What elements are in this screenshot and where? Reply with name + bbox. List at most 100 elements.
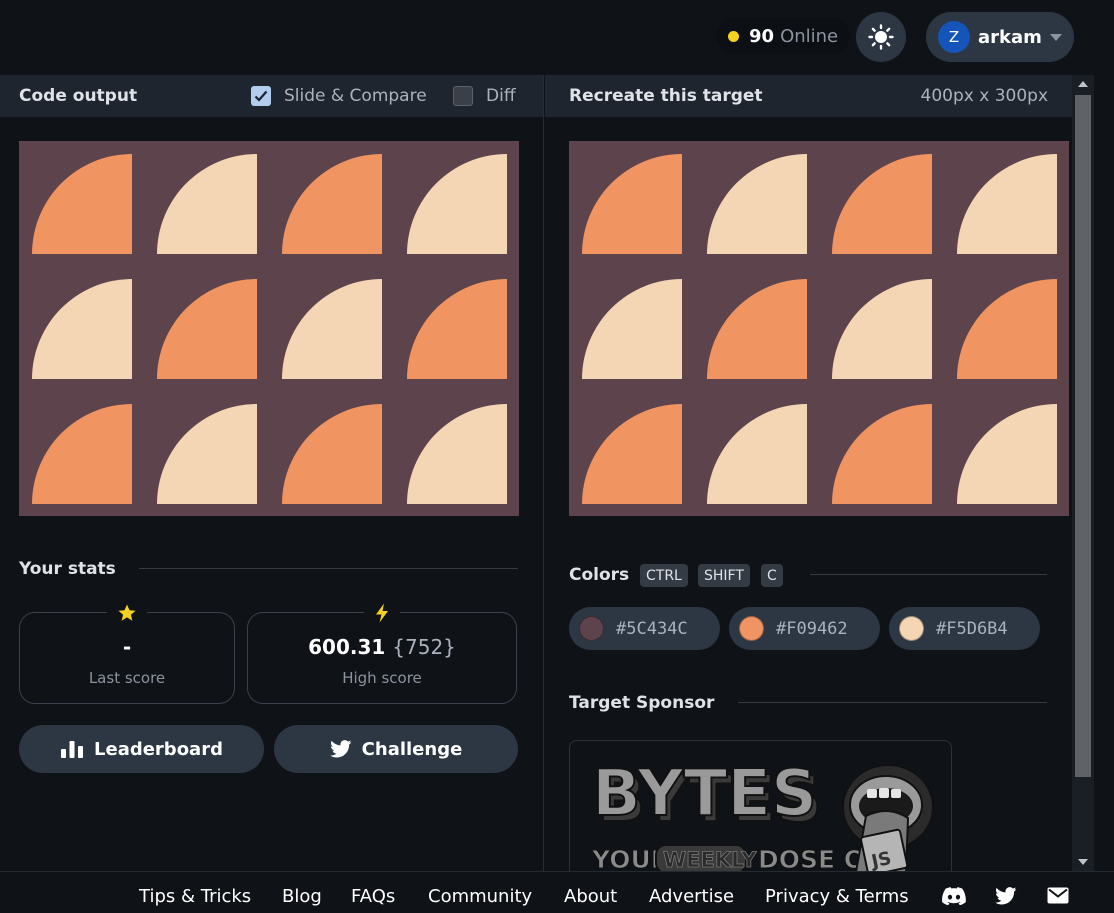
output-tile (32, 279, 132, 379)
code-output-title: Code output (19, 86, 138, 106)
online-count: 90 (749, 25, 775, 47)
challenge-button[interactable]: Challenge (274, 725, 518, 773)
top-bar: 90 Online Z arkam (0, 0, 1114, 74)
target-tile (582, 279, 682, 379)
output-tile (157, 404, 257, 504)
color-hex-orange: #F09462 (776, 618, 848, 639)
theme-toggle-button[interactable] (856, 12, 906, 62)
code-output-preview[interactable] (19, 141, 519, 516)
high-score-card: 600.31 {752} High score (247, 601, 517, 704)
footer-link-privacy[interactable]: Privacy & Terms (765, 886, 909, 907)
color-hex-cream: #F5D6B4 (936, 618, 1008, 639)
slide-compare-toggle[interactable]: Slide & Compare (251, 86, 427, 106)
color-swatch-orange (739, 616, 764, 641)
sponsor-title: Target Sponsor (569, 693, 715, 713)
colors-title: Colors (569, 565, 630, 585)
high-score-value: 600.31 {752} (248, 635, 516, 659)
footer-link-advertise[interactable]: Advertise (649, 886, 734, 907)
color-swatch-dark (579, 616, 604, 641)
online-dot-icon (728, 30, 739, 42)
online-indicator: 90 Online (716, 18, 851, 54)
target-dimensions: 400px x 300px (920, 86, 1048, 106)
diff-label: Diff (486, 86, 516, 106)
twitter-footer-icon[interactable] (995, 887, 1017, 905)
target-tile (957, 154, 1057, 254)
stats-divider (139, 568, 518, 569)
last-score-value: - (122, 635, 132, 659)
scroll-up-arrow-icon[interactable] (1078, 81, 1088, 87)
user-menu-button[interactable]: Z arkam (926, 12, 1074, 62)
target-tile (832, 404, 932, 504)
color-chip-cream[interactable]: #F5D6B4 (889, 607, 1040, 650)
sponsor-banner[interactable]: BYTES BYTES YOUR WEEKLY DOSE OF JS (569, 740, 952, 871)
high-score-number: 600.31 (308, 635, 386, 659)
chevron-down-icon (1049, 33, 1062, 41)
color-swatch-cream (899, 616, 924, 641)
colors-divider (810, 574, 1047, 575)
output-tile (282, 154, 382, 254)
sun-icon (868, 24, 894, 50)
target-title: Recreate this target (569, 86, 763, 106)
scroll-thumb[interactable] (1075, 95, 1091, 777)
footer-link-blog[interactable]: Blog (282, 886, 322, 907)
bytes-logo-text: BYTES (592, 757, 817, 831)
output-tile (157, 154, 257, 254)
output-tile (282, 279, 382, 379)
mail-icon[interactable] (1047, 887, 1069, 904)
shortcut-c: C (761, 564, 783, 587)
target-tile (707, 279, 807, 379)
target-tile (957, 404, 1057, 504)
slide-compare-label: Slide & Compare (284, 86, 427, 106)
last-score-label: Last score (88, 669, 166, 687)
output-tile (282, 404, 382, 504)
output-tile (407, 154, 507, 254)
color-chip-dark[interactable]: #5C434C (569, 607, 720, 650)
color-chip-orange[interactable]: #F09462 (729, 607, 880, 650)
scroll-down-arrow-icon[interactable] (1078, 859, 1088, 865)
code-output-header: Code output Slide & Compare Diff (0, 75, 543, 117)
shortcut-shift: SHIFT (698, 564, 750, 587)
target-tile (957, 279, 1057, 379)
online-label: Online (780, 25, 839, 47)
footer-link-tips[interactable]: Tips & Tricks (139, 886, 251, 907)
output-tile (32, 154, 132, 254)
target-tile (832, 154, 932, 254)
target-tile (707, 154, 807, 254)
tagline-weekly: WEEKLY (663, 848, 757, 871)
output-tile (32, 404, 132, 504)
target-tile (582, 154, 682, 254)
color-hex-dark: #5C434C (616, 618, 688, 639)
star-icon (107, 601, 147, 625)
leaderboard-label: Leaderboard (94, 738, 223, 760)
lightning-icon (364, 601, 400, 625)
output-tile (407, 404, 507, 504)
output-tile (157, 279, 257, 379)
stats-title: Your stats (19, 559, 116, 579)
panel-divider[interactable] (543, 75, 544, 871)
footer-link-about[interactable]: About (564, 886, 617, 907)
checkmark-icon (254, 90, 268, 102)
diff-checkbox[interactable] (453, 86, 473, 106)
footer-link-community[interactable]: Community (428, 886, 532, 907)
diff-toggle[interactable]: Diff (453, 86, 516, 106)
high-score-label: High score (342, 669, 422, 687)
sponsor-divider (738, 702, 1047, 703)
discord-icon[interactable] (942, 887, 966, 905)
high-score-sub: {752} (392, 635, 456, 659)
slide-compare-checkbox[interactable] (251, 86, 271, 106)
leaderboard-button[interactable]: Leaderboard (19, 725, 264, 773)
challenge-label: Challenge (361, 738, 463, 760)
target-header: Recreate this target 400px x 300px (545, 75, 1072, 117)
footer: Tips & Tricks Blog FAQs Community About … (0, 871, 1114, 913)
avatar: Z (938, 21, 970, 53)
shortcut-ctrl: CTRL (640, 564, 688, 587)
footer-link-faqs[interactable]: FAQs (351, 886, 395, 907)
target-preview[interactable] (569, 141, 1069, 516)
bytes-logo: BYTES BYTES YOUR WEEKLY DOSE OF JS (591, 756, 934, 871)
output-tile (407, 279, 507, 379)
bar-chart-icon (61, 741, 84, 758)
user-name: arkam (978, 26, 1042, 48)
twitter-icon (329, 740, 352, 758)
page-scrollbar[interactable] (1072, 75, 1094, 871)
target-tile (832, 279, 932, 379)
